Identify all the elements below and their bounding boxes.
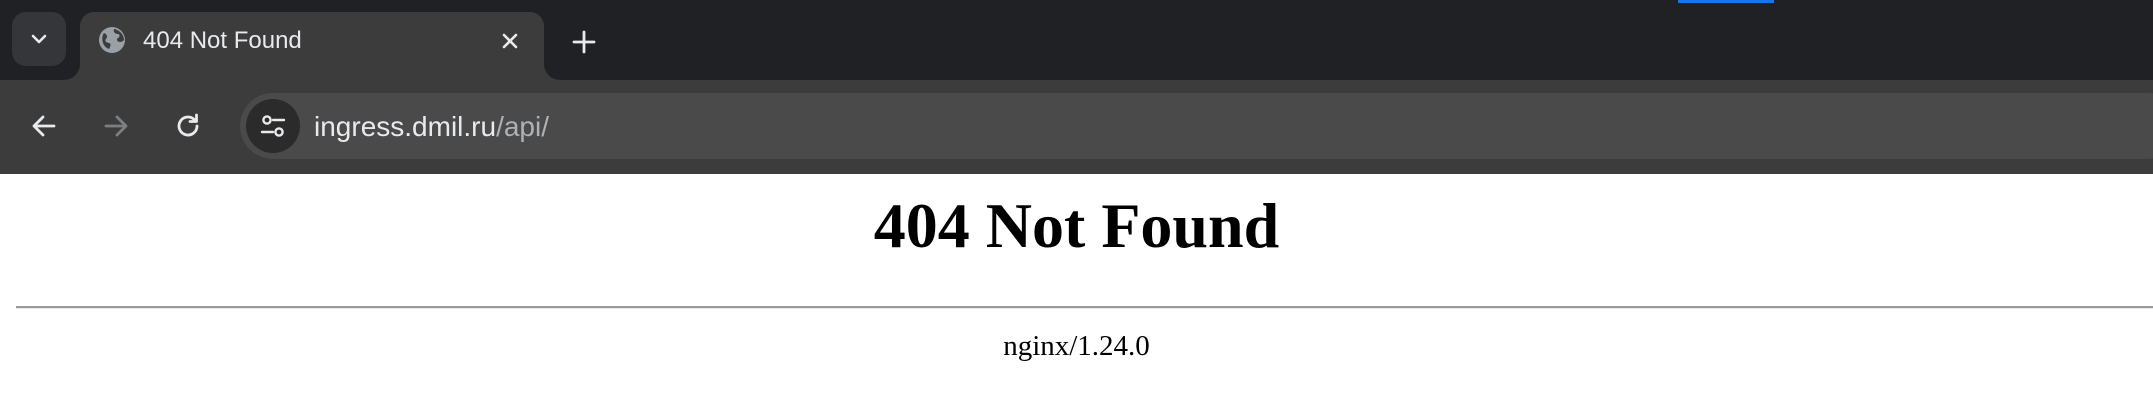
close-icon bbox=[502, 33, 518, 49]
url-host: ingress.dmil.ru bbox=[314, 111, 497, 142]
forward-button[interactable] bbox=[92, 102, 140, 150]
site-info-button[interactable] bbox=[246, 99, 300, 153]
window-accent-strip bbox=[1678, 0, 1774, 3]
arrow-right-icon bbox=[104, 115, 128, 137]
url-path: /api/ bbox=[496, 111, 549, 142]
server-info: nginx/1.24.0 bbox=[1003, 330, 1150, 362]
tab-title: 404 Not Found bbox=[143, 27, 302, 54]
chevron-down-icon bbox=[31, 34, 47, 44]
new-tab-button[interactable] bbox=[564, 22, 604, 62]
arrow-left-icon bbox=[32, 115, 56, 137]
page-viewport: 404 Not Found nginx/1.24.0 bbox=[0, 174, 2153, 419]
globe-icon bbox=[99, 27, 125, 53]
tab-strip: 404 Not Found bbox=[0, 0, 2153, 80]
plus-icon bbox=[572, 30, 596, 54]
reload-button[interactable] bbox=[164, 102, 212, 150]
tab-active[interactable]: 404 Not Found bbox=[80, 12, 544, 80]
reload-icon bbox=[177, 113, 199, 137]
page-title: 404 Not Found bbox=[873, 190, 1280, 261]
tab-close-button[interactable] bbox=[494, 25, 526, 57]
address-bar-url[interactable]: ingress.dmil.ru/api/ bbox=[314, 111, 549, 143]
address-bar[interactable]: ingress.dmil.ru/api/ bbox=[240, 93, 2153, 159]
horizontal-rule bbox=[16, 306, 2153, 309]
browser-toolbar: ingress.dmil.ru/api/ bbox=[0, 80, 2153, 174]
tab-search-button[interactable] bbox=[12, 12, 66, 66]
tune-icon bbox=[260, 115, 286, 137]
back-button[interactable] bbox=[20, 102, 68, 150]
